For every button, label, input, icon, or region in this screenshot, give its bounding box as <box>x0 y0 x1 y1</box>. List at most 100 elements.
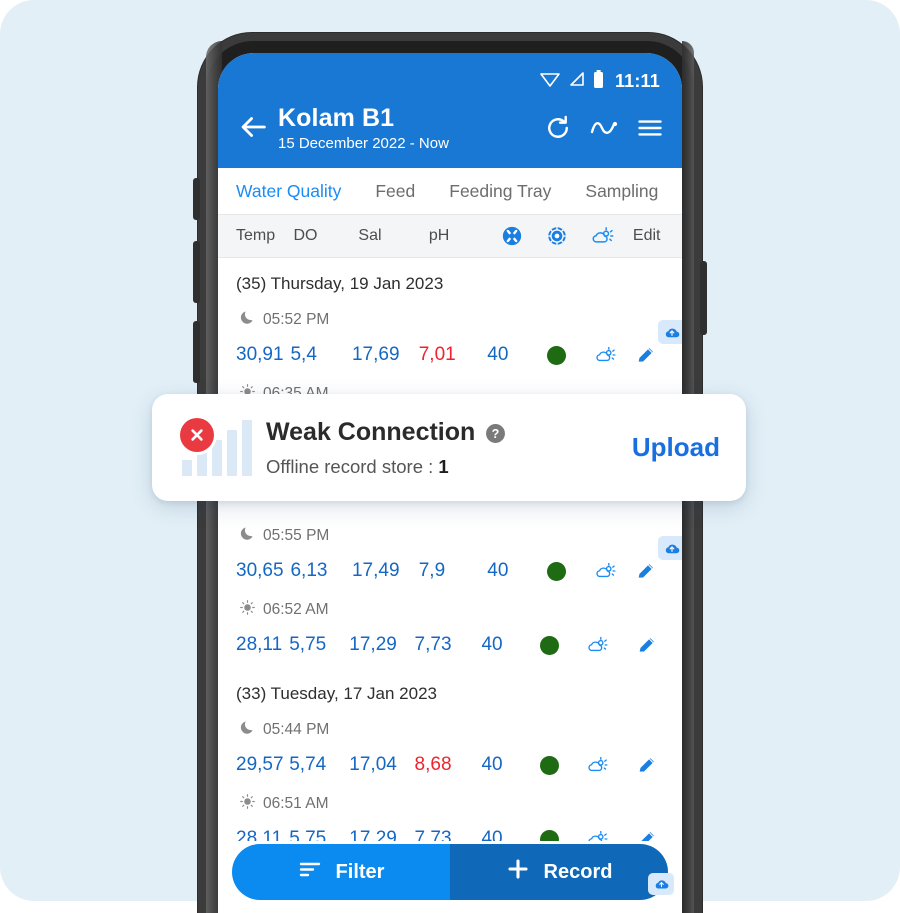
tab-feeding-tray[interactable]: Feeding Tray <box>449 181 551 202</box>
plus-icon <box>506 857 530 887</box>
date-group-header: (35) Thursday, 19 Jan 2023 <box>236 274 444 294</box>
value-ph: 7,9 <box>418 560 446 582</box>
chart-line-icon[interactable] <box>590 114 618 142</box>
tab-bar: Water Quality Feed Feeding Tray Sampling <box>218 168 682 215</box>
record-row[interactable]: 05:52 PM 30,91 5,4 17,69 7,01 40 <box>218 304 682 378</box>
cloud-upload-icon[interactable] <box>658 320 682 345</box>
value-sal: 17,69 <box>351 344 400 366</box>
page-subtitle: 15 December 2022 - Now <box>278 135 449 152</box>
value-temp: 28,11 <box>236 634 283 656</box>
phone-button-left-3[interactable] <box>193 321 200 383</box>
page-title: Kolam B1 <box>278 104 395 132</box>
column-header-ph[interactable]: pH <box>429 227 501 245</box>
moon-icon <box>240 310 255 330</box>
menu-icon[interactable] <box>636 114 664 142</box>
moon-icon <box>240 526 255 546</box>
status-badge <box>539 755 586 775</box>
value-temp: 30,91 <box>236 344 284 366</box>
cloud-upload-icon[interactable] <box>658 536 682 561</box>
pencil-icon[interactable] <box>635 344 670 366</box>
phone-button-right-1[interactable] <box>700 261 707 335</box>
svg-text:?: ? <box>492 427 500 441</box>
record-time: 06:51 AM <box>236 788 670 816</box>
transparency-icon[interactable] <box>501 225 546 247</box>
value-do: 5,74 <box>289 754 327 776</box>
record-button-label: Record <box>543 860 613 883</box>
weather-icon[interactable] <box>586 755 625 775</box>
gear-icon[interactable] <box>546 225 591 247</box>
record-button[interactable]: Record <box>450 844 668 900</box>
value-transparency: 40 <box>481 634 503 656</box>
tab-sampling[interactable]: Sampling <box>585 181 658 202</box>
record-values: 30,65 6,13 17,49 7,9 40 <box>236 548 670 594</box>
filter-button[interactable]: Filter <box>232 844 450 900</box>
record-values: 28,11 5,75 17,29 7,73 40 <box>236 622 670 668</box>
phone-button-left-1[interactable] <box>193 178 200 220</box>
status-bar-time: 11:11 <box>614 71 660 91</box>
records-list: (35) Thursday, 19 Jan 2023 05:52 PM 30,9… <box>218 258 682 862</box>
status-badge <box>539 635 586 655</box>
value-sal: 17,29 <box>349 634 397 656</box>
record-time-label: 05:55 PM <box>263 527 330 545</box>
value-transparency: 40 <box>487 560 509 582</box>
tab-water-quality[interactable]: Water Quality <box>236 181 341 202</box>
weather-icon[interactable] <box>586 635 625 655</box>
moon-icon <box>240 720 255 740</box>
screenshot-stage: 11:11 Kolam B1 15 December 2022 - Now Wa… <box>0 0 900 913</box>
dialog-subtitle: Offline record store : 1 <box>266 456 622 478</box>
app-bar-titles: Kolam B1 15 December 2022 - Now <box>278 104 544 154</box>
column-header-sal[interactable]: Sal <box>358 227 428 245</box>
filter-icon <box>298 859 322 885</box>
value-ph: 7,73 <box>414 634 452 656</box>
app-bar-actions <box>544 114 664 142</box>
status-bar: 11:11 <box>218 53 682 98</box>
record-time-label: 06:51 AM <box>263 795 329 813</box>
weak-connection-dialog: Weak Connection ? Offline record store :… <box>152 394 746 501</box>
column-header-do[interactable]: DO <box>294 227 359 245</box>
signal-icon <box>568 70 586 93</box>
record-values: 29,57 5,74 17,04 8,68 40 <box>236 742 670 788</box>
pencil-icon[interactable] <box>635 560 670 582</box>
column-header-edit[interactable]: Edit <box>633 227 670 245</box>
value-temp: 29,57 <box>236 754 284 776</box>
weather-icon[interactable] <box>594 345 634 365</box>
pencil-icon[interactable] <box>636 754 670 776</box>
cloud-upload-icon[interactable] <box>648 873 674 895</box>
upload-button[interactable]: Upload <box>622 432 720 463</box>
record-row[interactable]: 06:52 AM 28,11 5,75 17,29 7,73 40 <box>218 594 682 668</box>
dialog-title: Weak Connection <box>266 417 476 446</box>
value-do: 5,75 <box>289 634 327 656</box>
record-time: 05:44 PM <box>236 714 670 742</box>
filter-button-label: Filter <box>335 860 385 883</box>
pencil-icon[interactable] <box>636 634 670 656</box>
help-circle-icon[interactable]: ? <box>485 422 506 443</box>
sun-icon <box>240 600 255 620</box>
column-header-temp[interactable]: Temp <box>236 227 294 245</box>
wifi-icon <box>539 70 561 93</box>
refresh-icon[interactable] <box>544 114 572 142</box>
record-time: 06:52 AM <box>236 594 670 622</box>
value-ph: 7,01 <box>418 344 456 366</box>
offline-store-count: 1 <box>438 455 449 477</box>
error-x-icon <box>180 417 214 452</box>
value-do: 5,4 <box>290 344 317 366</box>
tab-feed[interactable]: Feed <box>375 181 415 202</box>
date-group-header: (33) Tuesday, 17 Jan 2023 <box>236 684 437 704</box>
value-do: 6,13 <box>290 560 328 582</box>
status-badge <box>547 345 594 365</box>
back-arrow-icon[interactable] <box>236 110 270 144</box>
record-row[interactable]: 05:55 PM 30,65 6,13 17,49 7,9 40 <box>218 520 682 594</box>
dialog-text: Weak Connection ? Offline record store :… <box>260 418 622 478</box>
value-ph: 8,68 <box>414 754 452 776</box>
record-time: 05:55 PM <box>236 520 670 548</box>
record-row[interactable]: 05:44 PM 29,57 5,74 17,04 8,68 40 <box>218 714 682 788</box>
value-transparency: 40 <box>481 754 503 776</box>
weather-icon[interactable] <box>590 225 633 247</box>
table-column-header: Temp DO Sal pH Edit <box>218 214 682 259</box>
value-temp: 30,65 <box>236 560 284 582</box>
bottom-action-bar: Filter Record <box>218 841 682 913</box>
record-values: 30,91 5,4 17,69 7,01 40 <box>236 332 670 378</box>
record-time-label: 05:44 PM <box>263 721 330 739</box>
phone-button-left-2[interactable] <box>193 241 200 303</box>
weather-icon[interactable] <box>594 561 634 581</box>
